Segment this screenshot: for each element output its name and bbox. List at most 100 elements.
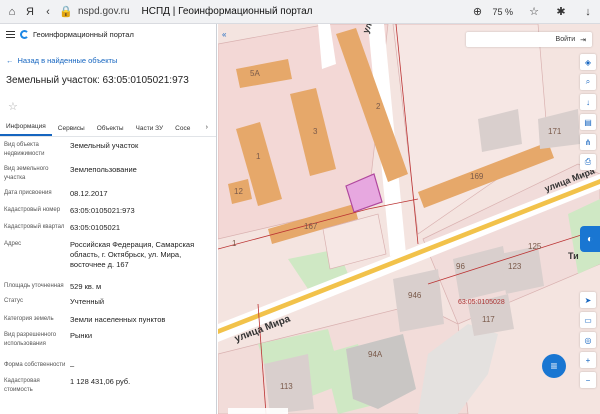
attr-value: 63:05:0105021:973	[70, 206, 135, 215]
attr-row: Кадастровый квартал 63:05:0105021	[4, 223, 216, 240]
attr-label: Форма собственности	[4, 362, 66, 368]
back-to-results-link[interactable]: ← Назад в найденные объекты	[6, 56, 216, 65]
portal-header: Геоинформационный портал	[0, 24, 216, 44]
object-title: Земельный участок: 63:05:0105021:973	[6, 75, 189, 86]
building-label: 125	[528, 242, 542, 251]
object-info-panel: Геоинформационный портал ← Назад в найде…	[0, 24, 217, 414]
yandex-icon[interactable]: Я	[24, 6, 36, 18]
url-text[interactable]: nspd.gov.ru	[78, 6, 130, 17]
attr-value: Земли населенных пунктов	[70, 315, 166, 324]
download-map-icon[interactable]: ↓	[580, 94, 596, 110]
attr-label: Статус	[4, 298, 23, 304]
login-button[interactable]: Войти ⇥	[466, 32, 592, 47]
tab-services[interactable]: Сервисы	[52, 125, 91, 136]
attr-row: Площадь уточненная 529 кв. м	[4, 282, 216, 297]
attr-row: Вид объекта недвижимости Земельный участ…	[4, 141, 216, 165]
collapse-panel-icon[interactable]: «	[222, 30, 234, 42]
bookmark-map-icon[interactable]: ▤	[580, 114, 596, 130]
building-label: 946	[408, 291, 422, 300]
attributes-list: Вид объекта недвижимости Земельный участ…	[0, 137, 216, 397]
zoom-out-icon[interactable]: −	[580, 372, 596, 388]
browser-toolbar: ⌂ Я ‹ 🔒 nspd.gov.ru НСПД | Геоинформацио…	[0, 0, 600, 24]
attr-label: Кадастровый номер	[4, 207, 61, 213]
building-label: 117	[482, 315, 495, 324]
attr-value: –	[70, 361, 75, 370]
locate-icon[interactable]: ➤	[580, 292, 596, 308]
attr-value: Рынки	[70, 331, 93, 340]
map-view[interactable]: 5А 1 3 2 167 169 171 12 96 123 125 946 1…	[218, 24, 600, 414]
globe-icon[interactable]: ◎	[580, 332, 596, 348]
attr-label: Дата присвоения	[4, 190, 52, 196]
layers-icon[interactable]: ◈	[580, 54, 596, 70]
zoom-icon[interactable]: ⊕	[471, 6, 483, 18]
tab-info[interactable]: Информация	[0, 123, 52, 136]
favorite-star-icon[interactable]: ☆	[8, 100, 216, 113]
tab-objects[interactable]: Объекты	[91, 125, 130, 136]
chat-icon[interactable]: ≡	[542, 354, 566, 378]
attr-label: Кадастровая стоимость	[4, 378, 40, 393]
building-label: 94А	[368, 350, 383, 359]
building-label: 167	[304, 222, 318, 231]
zoom-level[interactable]: 75 %	[492, 7, 513, 17]
print-icon[interactable]: ⎙	[580, 154, 596, 170]
measure-icon[interactable]: ▭	[580, 312, 596, 328]
parcel-number-label: 63:05:0105028	[458, 299, 505, 306]
attr-label: Вид земельного участка	[4, 166, 49, 181]
tab-parts[interactable]: Части ЗУ	[130, 125, 170, 136]
attr-label: Адрес	[4, 241, 22, 247]
attr-label: Площадь уточненная	[4, 283, 64, 289]
login-label: Войти	[555, 36, 576, 43]
bookmark-icon[interactable]: ☆	[528, 6, 540, 18]
attr-label: Вид объекта недвижимости	[4, 142, 45, 157]
attr-value: 529 кв. м	[70, 282, 102, 291]
building-label: 169	[470, 172, 484, 181]
menu-icon[interactable]	[6, 30, 15, 38]
building-label: 3	[313, 127, 318, 136]
attr-value: Учтенный	[70, 297, 105, 306]
building-label: 113	[280, 382, 293, 391]
attr-row: Категория земель Земли населенных пункто…	[4, 315, 216, 331]
attr-row: Вид разрешенного использования Рынки	[4, 331, 216, 361]
page-title: НСПД | Геоинформационный портал	[141, 6, 313, 17]
street-label-partial: Ти	[568, 251, 579, 261]
attr-row: Кадастровая стоимость 1 128 431,06 руб.	[4, 377, 216, 397]
attr-label: Кадастровый квартал	[4, 224, 65, 230]
home-icon[interactable]: ⌂	[6, 6, 18, 18]
attr-row: Кадастровый номер 63:05:0105021:973	[4, 206, 216, 223]
building-label: 171	[548, 127, 562, 136]
download-icon[interactable]: ↓	[582, 6, 594, 18]
search-map-icon[interactable]: ⌕	[580, 74, 596, 90]
extension-icon[interactable]: ✱	[555, 6, 567, 18]
attr-row: Вид земельного участка Землепользование	[4, 165, 216, 189]
attr-row: Статус Учтенный	[4, 297, 216, 315]
map-nav-tools: ➤ ▭ ◎ + −	[580, 292, 596, 388]
building-label: 123	[508, 262, 522, 271]
back-icon[interactable]: ‹	[42, 6, 54, 18]
tabs-scroll-right-icon[interactable]: ›	[206, 124, 208, 131]
building-gray	[500, 246, 544, 294]
portal-title: Геоинформационный портал	[33, 29, 134, 39]
attr-value: Землепользование	[70, 165, 137, 174]
building-label: 2	[376, 102, 381, 111]
attr-row: Дата присвоения 08.12.2017	[4, 189, 216, 206]
map-canvas[interactable]: 5А 1 3 2 167 169 171 12 96 123 125 946 1…	[218, 24, 600, 414]
building-gray	[393, 269, 444, 332]
zoom-in-icon[interactable]: +	[580, 352, 596, 368]
side-widget-icon[interactable]: ◐	[580, 226, 600, 252]
attr-value: Земельный участок	[70, 141, 139, 150]
building-label: 1	[232, 239, 237, 248]
attr-label: Категория земель	[4, 316, 54, 322]
share-icon[interactable]: ⋔	[580, 134, 596, 150]
scale-bar	[228, 408, 288, 414]
back-link-label: Назад в найденные объекты	[17, 56, 118, 65]
login-icon: ⇥	[580, 36, 586, 44]
lock-icon: 🔒	[59, 6, 73, 18]
attr-value: 08.12.2017	[70, 189, 108, 198]
building-label: 12	[234, 187, 243, 196]
building-label: 1	[256, 152, 261, 161]
attr-value: 63:05:0105021	[70, 223, 121, 232]
attr-value: 1 128 431,06 руб.	[70, 377, 131, 386]
tab-neighbors[interactable]: Сосе	[169, 125, 196, 136]
info-tabs: Информация Сервисы Объекты Части ЗУ Сосе…	[0, 121, 216, 137]
attr-label: Вид разрешенного использования	[4, 332, 57, 347]
